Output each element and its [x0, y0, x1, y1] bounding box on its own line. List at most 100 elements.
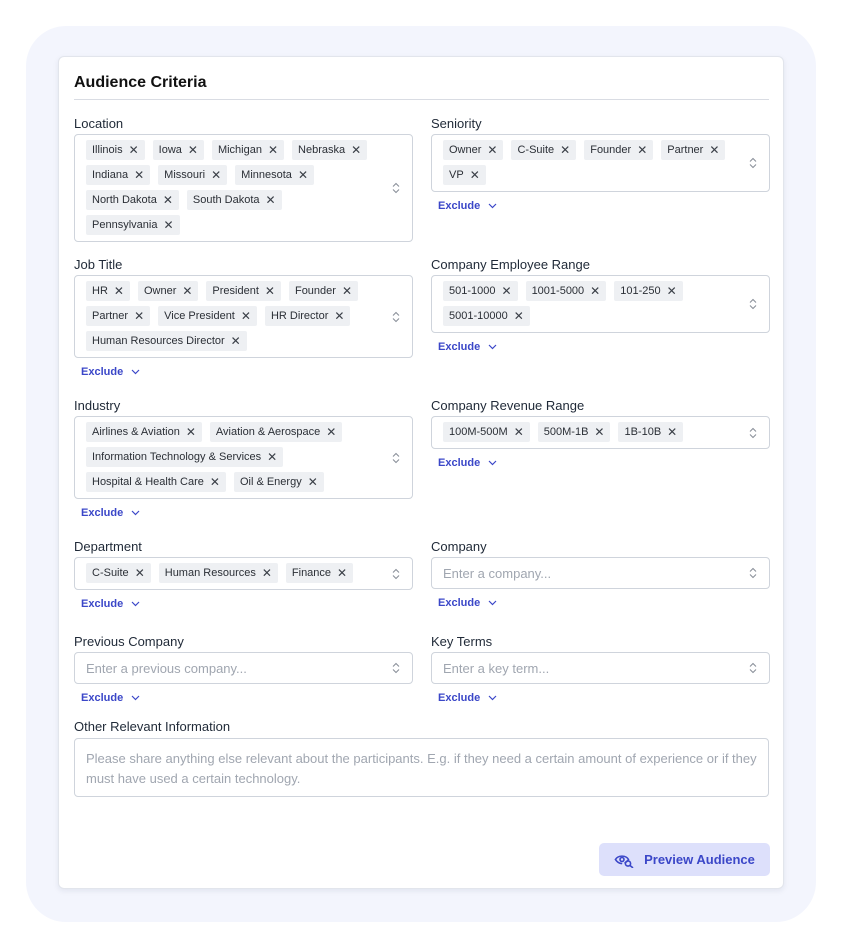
chip-label: 1B-10B	[624, 426, 662, 438]
close-icon[interactable]: ✕	[326, 425, 336, 439]
exclude-label: Exclude	[81, 507, 124, 519]
close-icon[interactable]: ✕	[298, 168, 308, 182]
close-icon[interactable]: ✕	[135, 566, 145, 580]
chip-label: Pennsylvania	[92, 219, 158, 231]
chip-label: Owner	[143, 285, 177, 297]
job-title-exclude-toggle[interactable]: Exclude	[81, 366, 140, 378]
close-icon[interactable]: ✕	[188, 143, 198, 157]
close-icon[interactable]: ✕	[265, 284, 275, 298]
chip: Hospital & Health Care ✕	[86, 472, 226, 492]
close-icon[interactable]: ✕	[211, 168, 221, 182]
chip-label: Partner	[92, 310, 129, 322]
close-icon[interactable]: ✕	[502, 284, 512, 298]
employee-range-exclude-toggle[interactable]: Exclude	[438, 341, 497, 353]
previous-company-exclude-toggle[interactable]: Exclude	[81, 692, 140, 704]
chip: 500M-1B ✕	[537, 422, 611, 442]
company-exclude-toggle[interactable]: Exclude	[438, 597, 497, 609]
company-field: Company Exclude	[431, 538, 770, 611]
chevron-up-down-icon[interactable]	[749, 157, 757, 169]
job-title-chips: HR ✕ Owner ✕ President ✕ Founder ✕ Partner ✕ Vice …	[86, 279, 378, 354]
chevron-up-down-icon[interactable]	[392, 182, 400, 194]
company-input[interactable]	[443, 565, 735, 581]
chip: C-Suite ✕	[511, 140, 577, 160]
close-icon[interactable]: ✕	[337, 566, 347, 580]
seniority-select[interactable]: Owner ✕ C-Suite ✕ Founder ✕ Partner ✕ VP ✕	[431, 134, 770, 192]
close-icon[interactable]: ✕	[709, 143, 719, 157]
title-divider	[74, 99, 769, 100]
revenue-range-exclude-toggle[interactable]: Exclude	[438, 457, 497, 469]
chevron-up-down-icon[interactable]	[392, 452, 400, 464]
close-icon[interactable]: ✕	[231, 334, 241, 348]
chevron-up-down-icon[interactable]	[749, 298, 757, 310]
chevron-up-down-icon[interactable]	[749, 427, 757, 439]
close-icon[interactable]: ✕	[342, 284, 352, 298]
close-icon[interactable]: ✕	[262, 566, 272, 580]
previous-company-input[interactable]	[86, 660, 378, 676]
close-icon[interactable]: ✕	[267, 450, 277, 464]
chevron-up-down-icon[interactable]	[749, 567, 757, 579]
employee-range-chips: 501-1000 ✕ 1001-5000 ✕ 101-250 ✕ 5001-10000 ✕	[443, 279, 735, 329]
close-icon[interactable]: ✕	[351, 143, 361, 157]
chip-label: 501-1000	[449, 285, 496, 297]
close-icon[interactable]: ✕	[182, 284, 192, 298]
chevron-down-icon	[131, 510, 140, 516]
close-icon[interactable]: ✕	[186, 425, 196, 439]
department-select[interactable]: C-Suite ✕ Human Resources ✕ Finance ✕	[74, 557, 413, 590]
other-info-box	[74, 738, 769, 797]
eye-search-icon	[614, 854, 634, 868]
chip: HR Director ✕	[264, 306, 351, 326]
chevron-up-down-icon[interactable]	[749, 662, 757, 674]
close-icon[interactable]: ✕	[667, 425, 677, 439]
close-icon[interactable]: ✕	[163, 218, 173, 232]
industry-select[interactable]: Airlines & Aviation ✕ Aviation & Aerospace…	[74, 416, 413, 499]
chevron-up-down-icon[interactable]	[392, 568, 400, 580]
chip-label: Iowa	[158, 144, 182, 156]
close-icon[interactable]: ✕	[241, 309, 251, 323]
close-icon[interactable]: ✕	[514, 309, 524, 323]
previous-company-select[interactable]	[74, 652, 413, 684]
employee-range-select[interactable]: 501-1000 ✕ 1001-5000 ✕ 101-250 ✕ 5001-10000 ✕	[431, 275, 770, 333]
close-icon[interactable]: ✕	[134, 309, 144, 323]
close-icon[interactable]: ✕	[134, 168, 144, 182]
chevron-up-down-icon[interactable]	[392, 311, 400, 323]
close-icon[interactable]: ✕	[560, 143, 570, 157]
exclude-label: Exclude	[438, 200, 481, 212]
close-icon[interactable]: ✕	[594, 425, 604, 439]
revenue-range-select[interactable]: 100M-500M ✕ 500M-1B ✕ 1B-10B ✕	[431, 416, 770, 449]
chip: Owner ✕	[137, 281, 199, 301]
exclude-label: Exclude	[81, 366, 124, 378]
close-icon[interactable]: ✕	[129, 143, 139, 157]
location-select[interactable]: Illinois ✕ Iowa ✕ Michigan ✕ Nebraska ✕ Indiana ✕…	[74, 134, 413, 242]
industry-exclude-toggle[interactable]: Exclude	[81, 507, 140, 519]
company-select[interactable]	[431, 557, 770, 589]
key-terms-input[interactable]	[443, 660, 735, 676]
preview-audience-button[interactable]: Preview Audience	[599, 843, 770, 876]
close-icon[interactable]: ✕	[637, 143, 647, 157]
chip-label: Founder	[590, 144, 632, 156]
exclude-label: Exclude	[438, 457, 481, 469]
department-exclude-toggle[interactable]: Exclude	[81, 598, 140, 610]
close-icon[interactable]: ✕	[334, 309, 344, 323]
job-title-select[interactable]: HR ✕ Owner ✕ President ✕ Founder ✕ Partner ✕ Vice …	[74, 275, 413, 358]
seniority-exclude-toggle[interactable]: Exclude	[438, 200, 497, 212]
chip: Founder ✕	[288, 281, 359, 301]
close-icon[interactable]: ✕	[114, 284, 124, 298]
close-icon[interactable]: ✕	[163, 193, 173, 207]
key-terms-select[interactable]	[431, 652, 770, 684]
close-icon[interactable]: ✕	[210, 475, 220, 489]
other-info-textarea[interactable]	[75, 739, 768, 796]
close-icon[interactable]: ✕	[667, 284, 677, 298]
chevron-up-down-icon[interactable]	[392, 662, 400, 674]
chip-label: 500M-1B	[543, 426, 589, 438]
chip: 501-1000 ✕	[443, 281, 518, 301]
close-icon[interactable]: ✕	[487, 143, 497, 157]
close-icon[interactable]: ✕	[266, 193, 276, 207]
chevron-down-icon	[488, 344, 497, 350]
key-terms-exclude-toggle[interactable]: Exclude	[438, 692, 497, 704]
close-icon[interactable]: ✕	[268, 143, 278, 157]
close-icon[interactable]: ✕	[514, 425, 524, 439]
close-icon[interactable]: ✕	[308, 475, 318, 489]
industry-label: Industry	[74, 398, 121, 413]
close-icon[interactable]: ✕	[590, 284, 600, 298]
close-icon[interactable]: ✕	[470, 168, 480, 182]
